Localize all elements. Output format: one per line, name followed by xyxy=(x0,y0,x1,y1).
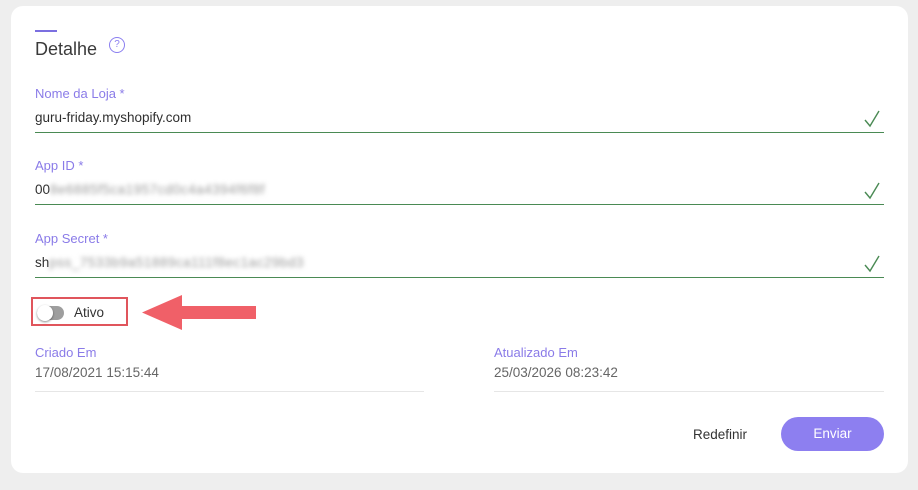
app-id-blurred: 8e6885f5ca1957cd0c4a4394f6f8f xyxy=(50,182,265,197)
toggle-knob xyxy=(37,305,53,321)
updated-at-value: 25/03/2026 08:23:42 xyxy=(494,365,618,380)
store-name-input[interactable]: guru-friday.myshopify.com xyxy=(35,110,191,125)
store-name-label: Nome da Loja * xyxy=(35,86,125,101)
updated-at-divider xyxy=(494,391,884,392)
app-id-underline xyxy=(35,204,884,205)
submit-button[interactable]: Enviar xyxy=(781,417,884,451)
left-arrow-icon xyxy=(142,295,256,330)
app-id-input[interactable]: 008e6885f5ca1957cd0c4a4394f6f8f xyxy=(35,182,265,197)
created-at-divider xyxy=(35,391,424,392)
check-icon xyxy=(864,182,880,200)
updated-at: Atualizado Em 25/03/2026 08:23:42 xyxy=(494,345,884,392)
reset-button[interactable]: Redefinir xyxy=(681,419,759,451)
app-secret-underline xyxy=(35,277,884,278)
app-secret-label: App Secret * xyxy=(35,231,108,246)
store-name-underline xyxy=(35,132,884,133)
updated-at-label: Atualizado Em xyxy=(494,345,578,360)
section-accent-bar xyxy=(35,30,57,32)
created-at: Criado Em 17/08/2021 15:15:44 xyxy=(35,345,424,392)
help-icon[interactable]: ? xyxy=(109,37,125,53)
active-toggle-highlight: Ativo xyxy=(31,297,128,326)
app-id-field[interactable]: App ID * 008e6885f5ca1957cd0c4a4394f6f8f xyxy=(35,158,884,208)
check-icon xyxy=(864,110,880,128)
active-toggle-label: Ativo xyxy=(74,305,105,320)
check-icon xyxy=(864,255,880,273)
active-toggle[interactable] xyxy=(37,305,64,321)
created-at-label: Criado Em xyxy=(35,345,97,360)
app-secret-input[interactable]: shpss_7533b9a51889ca111f8ec1ac29bd3 xyxy=(35,255,304,270)
app-id-label: App ID * xyxy=(35,158,84,173)
app-secret-field[interactable]: App Secret * shpss_7533b9a51889ca111f8ec… xyxy=(35,231,884,281)
store-name-field[interactable]: Nome da Loja * guru-friday.myshopify.com xyxy=(35,86,884,136)
created-at-value: 17/08/2021 15:15:44 xyxy=(35,365,159,380)
app-secret-blurred: pss_7533b9a51889ca111f8ec1ac29bd3 xyxy=(49,255,304,270)
section-title: Detalhe xyxy=(35,39,98,59)
